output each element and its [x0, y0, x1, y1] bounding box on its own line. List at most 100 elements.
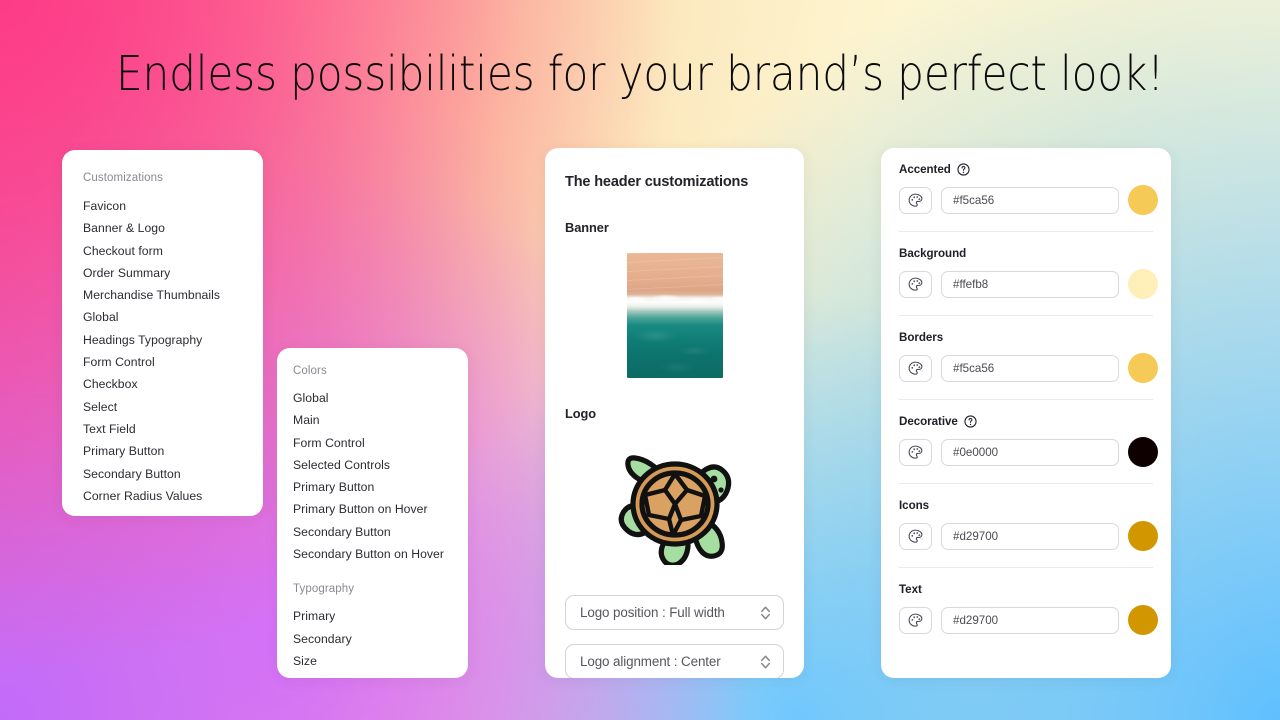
color-swatch-decorative[interactable]: [1128, 437, 1158, 467]
hex-input-decorative[interactable]: [941, 438, 1119, 466]
palette-icon: [908, 445, 923, 459]
color-settings-panel: Accented Background Borders Decorative Icons…: [881, 148, 1171, 678]
color-nav-item-primary-button-on-hover[interactable]: Primary Button on Hover: [293, 498, 468, 520]
palette-picker-button-text[interactable]: [899, 606, 932, 634]
color-row-borders: Borders: [899, 316, 1158, 400]
nav-item-headings-typography[interactable]: Headings Typography: [83, 329, 263, 351]
color-swatch-icons[interactable]: [1128, 521, 1158, 551]
banner-label: Banner: [565, 220, 609, 235]
wave-foam: [626, 293, 723, 306]
hex-input-icons[interactable]: [941, 522, 1119, 550]
banner-image[interactable]: [626, 253, 723, 378]
color-row-body: [899, 437, 1158, 467]
hex-input-background[interactable]: [941, 270, 1119, 298]
customizations-nav-panel: Customizations Favicon Banner & Logo Check…: [62, 150, 263, 516]
logo-alignment-value: Logo alignment : Center: [580, 654, 721, 669]
typography-nav-item-size[interactable]: Size: [293, 650, 468, 672]
help-circle-icon[interactable]: [964, 415, 977, 428]
palette-picker-button-background[interactable]: [899, 270, 932, 298]
header-customizations-panel: The header customizations Banner Logo Lo…: [545, 148, 804, 678]
hex-input-text[interactable]: [941, 606, 1119, 634]
palette-picker-button-accented[interactable]: [899, 186, 932, 214]
help-circle-icon[interactable]: [964, 415, 977, 428]
chevron-updown-icon: [761, 655, 770, 668]
nav-item-global[interactable]: Global: [83, 306, 263, 328]
logo-label: Logo: [565, 406, 597, 421]
color-row-header: Icons: [899, 499, 1153, 512]
turtle-eye: [710, 475, 718, 483]
color-swatch-accented[interactable]: [1128, 185, 1158, 215]
palette-icon: [908, 277, 923, 291]
color-row-header: Decorative: [899, 415, 1153, 428]
color-nav-item-secondary-button[interactable]: Secondary Button: [293, 521, 468, 543]
help-circle-icon[interactable]: [957, 163, 970, 176]
color-row-header: Borders: [899, 331, 1153, 344]
nav-item-banner-logo[interactable]: Banner & Logo: [83, 217, 263, 239]
color-row-body: [899, 269, 1158, 299]
color-nav-item-primary-button[interactable]: Primary Button: [293, 476, 468, 498]
color-row-decorative: Decorative: [899, 400, 1158, 484]
hex-input-borders[interactable]: [941, 354, 1119, 382]
nav-item-merchandise-thumbnails[interactable]: Merchandise Thumbnails: [83, 284, 263, 306]
nav-item-favicon[interactable]: Favicon: [83, 195, 263, 217]
color-nav-item-selected-controls[interactable]: Selected Controls: [293, 454, 468, 476]
colors-section-header: Colors: [293, 365, 327, 377]
color-nav-item-secondary-button-on-hover[interactable]: Secondary Button on Hover: [293, 543, 468, 565]
color-row-header: Background: [899, 247, 1153, 260]
page-headline: Endless possibilities for your brand’s p…: [116, 46, 1164, 102]
nav-item-secondary-button[interactable]: Secondary Button: [83, 463, 263, 485]
color-row-body: [899, 185, 1158, 215]
chevron-updown-icon: [761, 606, 770, 619]
color-swatch-text[interactable]: [1128, 605, 1158, 635]
color-row-text: Text: [899, 568, 1158, 651]
color-row-body: [899, 353, 1158, 383]
nav-item-checkout-form[interactable]: Checkout form: [83, 240, 263, 262]
colors-nav-list: Global Main Form Control Selected Controls P…: [293, 387, 468, 565]
customizations-nav-list: Favicon Banner & Logo Checkout form Order S…: [83, 195, 263, 507]
color-swatch-borders[interactable]: [1128, 353, 1158, 383]
typography-nav-item-secondary[interactable]: Secondary: [293, 628, 468, 650]
color-rows-list: Accented Background Borders Decorative Icons…: [899, 148, 1158, 651]
nav-item-select[interactable]: Select: [83, 396, 263, 418]
help-circle-icon[interactable]: [957, 163, 970, 176]
color-nav-item-global[interactable]: Global: [293, 387, 468, 409]
nav-item-checkbox[interactable]: Checkbox: [83, 373, 263, 395]
palette-picker-button-decorative[interactable]: [899, 438, 932, 466]
turtle-spot: [718, 487, 724, 493]
color-row-title: Borders: [899, 331, 944, 344]
logo-alignment-select[interactable]: Logo alignment : Center: [565, 644, 784, 678]
turtle-logo-icon: [618, 455, 732, 565]
color-row-icons: Icons: [899, 484, 1158, 568]
color-row-accented: Accented: [899, 148, 1158, 232]
palette-picker-button-borders[interactable]: [899, 354, 932, 382]
typography-nav-list: Primary Secondary Size: [293, 605, 468, 672]
palette-icon: [908, 529, 923, 543]
color-row-body: [899, 521, 1158, 551]
palette-picker-button-icons[interactable]: [899, 522, 932, 550]
color-row-title: Accented: [899, 163, 951, 176]
typography-section-header: Typography: [293, 583, 355, 596]
color-nav-item-main[interactable]: Main: [293, 409, 468, 431]
typography-nav-item-primary[interactable]: Primary: [293, 605, 468, 627]
color-swatch-background[interactable]: [1128, 269, 1158, 299]
panel-title: The header customizations: [565, 174, 749, 190]
colors-nav-panel: Colors Global Main Form Control Selected Co…: [277, 348, 468, 678]
palette-icon: [908, 193, 923, 207]
color-row-header: Text: [899, 583, 1153, 596]
color-row-background: Background: [899, 232, 1158, 316]
logo-position-select[interactable]: Logo position : Full width: [565, 595, 784, 630]
color-row-body: [899, 605, 1158, 635]
logo-image-wrap[interactable]: [565, 437, 784, 565]
color-row-title: Text: [899, 583, 922, 596]
color-nav-item-form-control[interactable]: Form Control: [293, 432, 468, 454]
nav-item-corner-radius-values[interactable]: Corner Radius Values: [83, 485, 263, 507]
hex-input-accented[interactable]: [941, 186, 1119, 214]
nav-item-order-summary[interactable]: Order Summary: [83, 262, 263, 284]
sand-ripples: [626, 253, 723, 293]
nav-item-text-field[interactable]: Text Field: [83, 418, 263, 440]
nav-item-form-control[interactable]: Form Control: [83, 351, 263, 373]
nav-item-primary-button[interactable]: Primary Button: [83, 440, 263, 462]
color-row-title: Icons: [899, 499, 930, 512]
palette-icon: [908, 361, 923, 375]
